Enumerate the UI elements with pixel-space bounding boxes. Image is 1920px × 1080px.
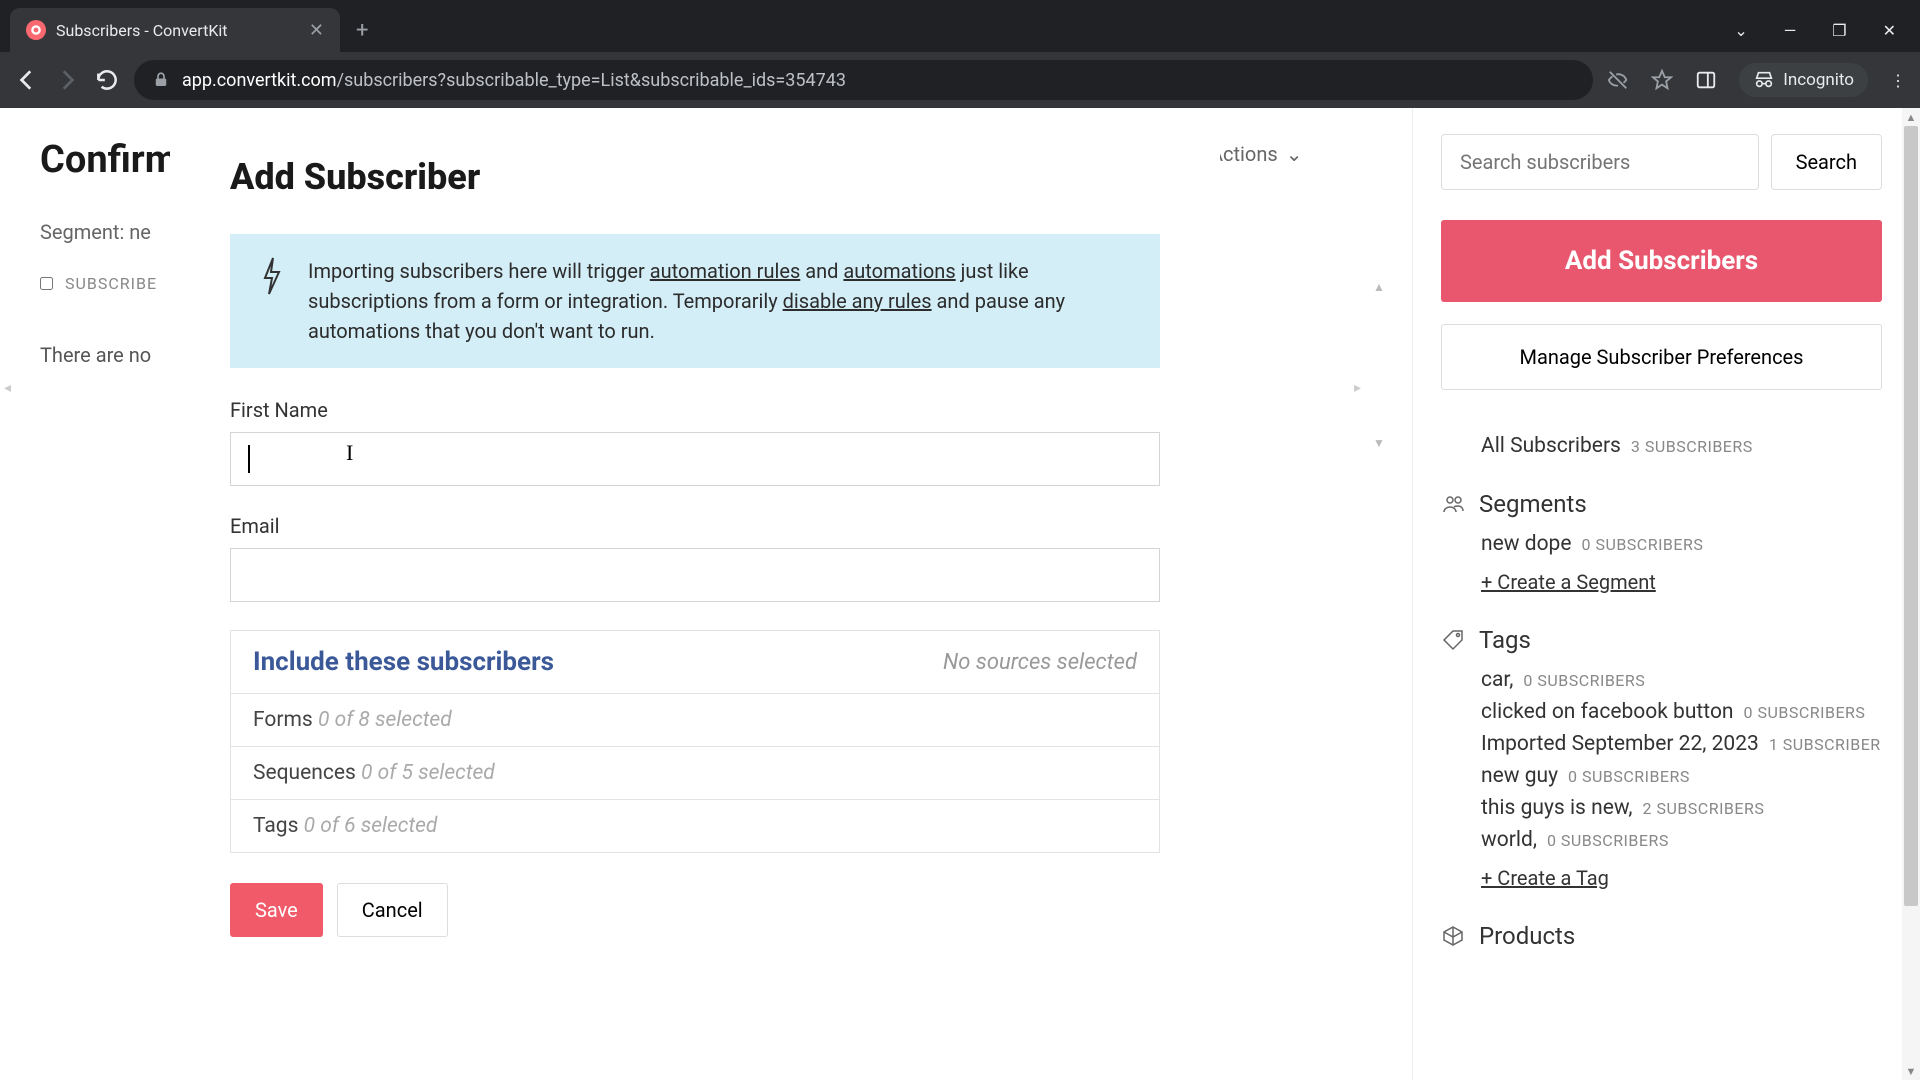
scrollbar-thumb[interactable] [1904, 126, 1918, 906]
url-text: app.convertkit.com/subscribers?subscriba… [182, 70, 846, 91]
text-caret [248, 445, 250, 473]
close-icon[interactable]: ✕ [309, 20, 324, 41]
incognito-icon [1753, 69, 1775, 91]
tag-item[interactable]: car, 0 SUBSCRIBERS [1481, 668, 1882, 692]
star-icon[interactable] [1651, 69, 1673, 91]
chevron-down-icon[interactable]: ⌄ [1734, 21, 1747, 40]
scroll-down-arrow-icon[interactable]: ▼ [1902, 1062, 1920, 1080]
address-input[interactable]: app.convertkit.com/subscribers?subscriba… [134, 60, 1593, 100]
create-tag-link[interactable]: + Create a Tag [1481, 866, 1609, 890]
panel-icon[interactable] [1695, 69, 1717, 91]
tab-title: Subscribers - ConvertKit [56, 21, 299, 40]
window-controls: ⌄ — ❐ ✕ [1734, 8, 1920, 52]
scroll-down-arrow-icon: ▼ [1370, 436, 1388, 450]
include-title: Include these subscribers [253, 647, 554, 677]
add-subscribers-button[interactable]: Add Subscribers [1441, 220, 1882, 302]
reload-button[interactable] [94, 67, 120, 93]
info-banner: Importing subscribers here will trigger … [230, 234, 1160, 368]
incognito-badge[interactable]: Incognito [1739, 63, 1868, 97]
browser-tab[interactable]: Subscribers - ConvertKit ✕ [10, 8, 340, 52]
tag-item[interactable]: this guys is new, 2 SUBSCRIBERS [1481, 796, 1882, 820]
scroll-up-arrow-icon[interactable]: ▲ [1902, 108, 1920, 126]
forms-row[interactable]: Forms 0 of 8 selected [231, 694, 1159, 747]
people-icon [1441, 492, 1465, 516]
forward-button[interactable] [54, 67, 80, 93]
all-subscribers-link[interactable]: All Subscribers 3 SUBSCRIBERS [1481, 434, 1882, 458]
lock-icon [152, 71, 170, 89]
product-icon [1441, 924, 1465, 948]
tags-heading: Tags [1441, 626, 1882, 654]
segment-item[interactable]: new dope 0 SUBSCRIBERS [1481, 532, 1882, 556]
cancel-button[interactable]: Cancel [337, 883, 448, 937]
browser-titlebar: Subscribers - ConvertKit ✕ + ⌄ — ❐ ✕ [0, 0, 1920, 52]
products-heading: Products [1441, 922, 1882, 950]
email-label: Email [230, 514, 1160, 538]
save-button[interactable]: Save [230, 883, 323, 937]
minimize-icon[interactable]: — [1784, 21, 1797, 40]
email-input[interactable] [230, 548, 1160, 602]
page-scrollbar[interactable]: ▲ ▼ [1902, 108, 1920, 1080]
create-segment-link[interactable]: + Create a Segment [1481, 570, 1656, 594]
include-none-text: No sources selected [943, 650, 1137, 675]
chevron-down-icon: ⌄ [1286, 142, 1303, 166]
tag-icon [1441, 628, 1465, 652]
tag-item[interactable]: new guy 0 SUBSCRIBERS [1481, 764, 1882, 788]
search-subscribers-input[interactable] [1441, 134, 1759, 190]
expand-caret-icon[interactable]: ▸ [1354, 380, 1361, 396]
eye-off-icon[interactable] [1607, 69, 1629, 91]
first-name-input[interactable] [230, 432, 1160, 486]
manage-preferences-button[interactable]: Manage Subscriber Preferences [1441, 324, 1882, 390]
modal-title: Add Subscriber [230, 156, 1160, 198]
favicon-icon [26, 20, 46, 40]
include-subscribers-box: Include these subscribers No sources sel… [230, 630, 1160, 853]
right-sidebar: Search Add Subscribers Manage Subscriber… [1412, 108, 1902, 1080]
select-all-checkbox[interactable] [40, 277, 53, 290]
close-window-icon[interactable]: ✕ [1883, 21, 1896, 40]
lightning-icon [256, 256, 286, 296]
maximize-icon[interactable]: ❐ [1832, 21, 1846, 40]
browser-addressbar: app.convertkit.com/subscribers?subscriba… [0, 52, 1920, 108]
tag-item[interactable]: world, 0 SUBSCRIBERS [1481, 828, 1882, 852]
actions-dropdown[interactable]: Actions ⌄ [1210, 142, 1302, 166]
tags-row[interactable]: Tags 0 of 6 selected [231, 800, 1159, 852]
first-name-label: First Name [230, 398, 1160, 422]
new-tab-button[interactable]: + [340, 8, 384, 52]
disable-rules-link[interactable]: disable any rules [783, 289, 932, 313]
search-button[interactable]: Search [1771, 134, 1882, 190]
scroll-up-arrow-icon: ▲ [1370, 280, 1388, 294]
add-subscriber-modal: Add Subscriber Importing subscribers her… [170, 108, 1220, 1080]
column-header: SUBSCRIBE [65, 274, 157, 293]
sequences-row[interactable]: Sequences 0 of 5 selected [231, 747, 1159, 800]
collapse-caret-icon[interactable]: ◂ [4, 380, 11, 396]
automations-link[interactable]: automations [843, 259, 955, 283]
tag-item[interactable]: Imported September 22, 2023 1 SUBSCRIBER [1481, 732, 1882, 756]
inner-scrollbar[interactable]: ▲ ▼ [1370, 280, 1388, 450]
info-text: Importing subscribers here will trigger … [308, 256, 1134, 346]
kebab-menu-icon[interactable]: ⋮ [1890, 71, 1906, 90]
segments-heading: Segments [1441, 490, 1882, 518]
tag-item[interactable]: clicked on facebook button 0 SUBSCRIBERS [1481, 700, 1882, 724]
back-button[interactable] [14, 67, 40, 93]
automation-rules-link[interactable]: automation rules [650, 259, 801, 283]
